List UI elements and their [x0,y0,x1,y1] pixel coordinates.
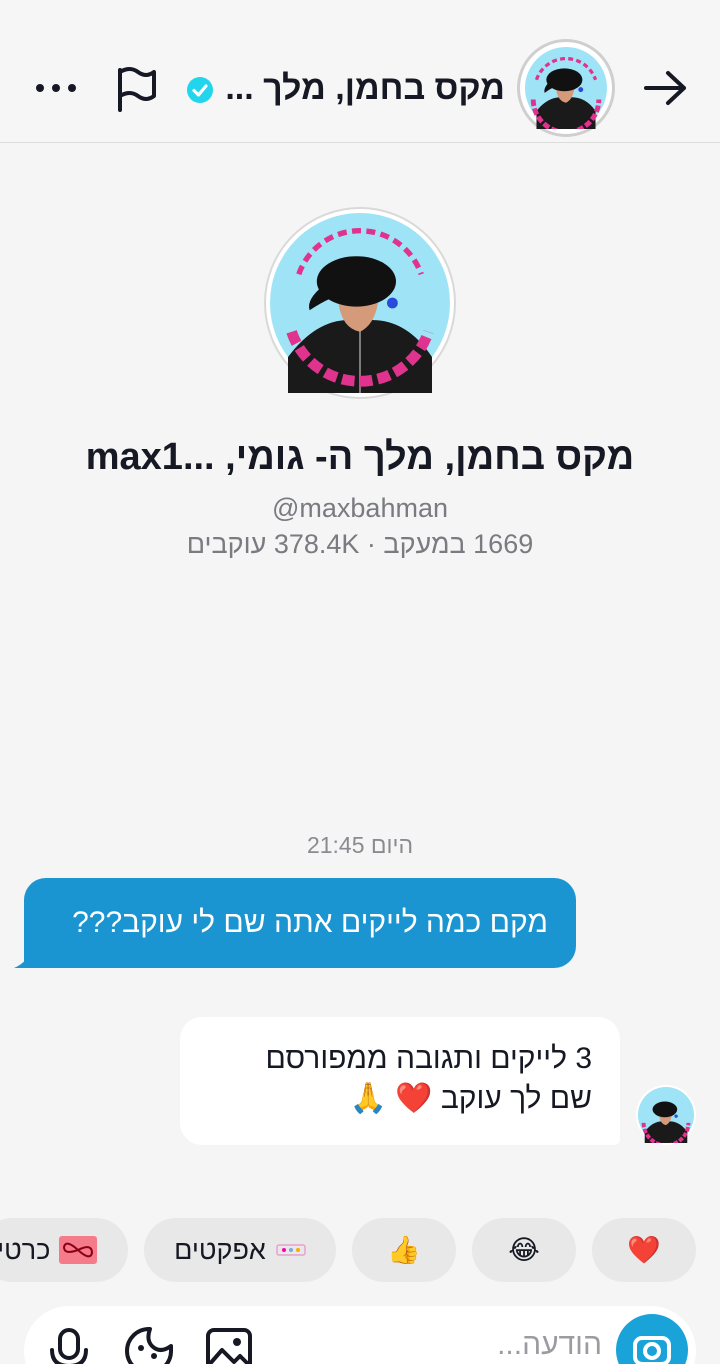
message-line: שם לך עוקב ❤️ 🙏 [349,1082,592,1115]
camera-icon [633,1336,671,1364]
profile-handle: @maxbahman [272,493,448,523]
cards-button[interactable]: כרטיס [0,1218,128,1282]
header-title[interactable]: מקס בחמן, מלך ... [225,66,505,110]
chat-header: מקס בחמן, מלך ... [0,0,720,143]
effects-button[interactable]: אפקטים [144,1218,336,1282]
message-bubble-received[interactable]: 3 לייקים ותגובה ממפורסם שם לך עוקב ❤️ 🙏 [180,1017,620,1145]
message-text: מקם כמה לייקים אתה שם לי עוקב??? [72,906,548,939]
message-timestamp: היום 21:45 [306,832,414,858]
avatar-image [270,213,450,393]
image-icon[interactable] [204,1326,254,1364]
profile-avatar[interactable] [264,207,456,399]
profile-stats: 1669 במעקב · 378.4K עוקבים [186,529,534,559]
effects-label: אפקטים [174,1234,266,1265]
gift-bow-icon [59,1236,98,1264]
quick-reply-laugh[interactable]: 😂 [472,1218,576,1282]
cards-label: כרטיס [0,1234,51,1265]
more-dots-icon[interactable] [34,76,78,100]
avatar-image [638,1087,694,1143]
microphone-icon[interactable] [44,1326,94,1364]
quick-reply-heart[interactable]: ❤️ [592,1218,696,1282]
quick-reply-thumbs-up[interactable]: 👍 [352,1218,456,1282]
back-button[interactable] [638,60,694,116]
message-bubble-sent[interactable]: מקם כמה לייקים אתה שם לי עוקב??? [24,878,576,968]
sticker-icon[interactable] [124,1326,174,1364]
message-line: 3 לייקים ותגובה ממפורסם [265,1042,592,1075]
bubble-tail-icon [14,950,44,968]
effects-icon [276,1244,306,1256]
verified-badge-icon [187,77,213,103]
sender-avatar[interactable] [636,1085,696,1145]
avatar-image [525,47,607,129]
flag-icon[interactable] [112,64,162,114]
header-avatar[interactable] [517,39,615,137]
profile-name[interactable]: מקס בחמן, מלך ה- גומי, ...max1 [0,430,720,484]
message-input[interactable]: הודעה... [497,1328,602,1362]
arrow-right-icon [644,71,686,105]
